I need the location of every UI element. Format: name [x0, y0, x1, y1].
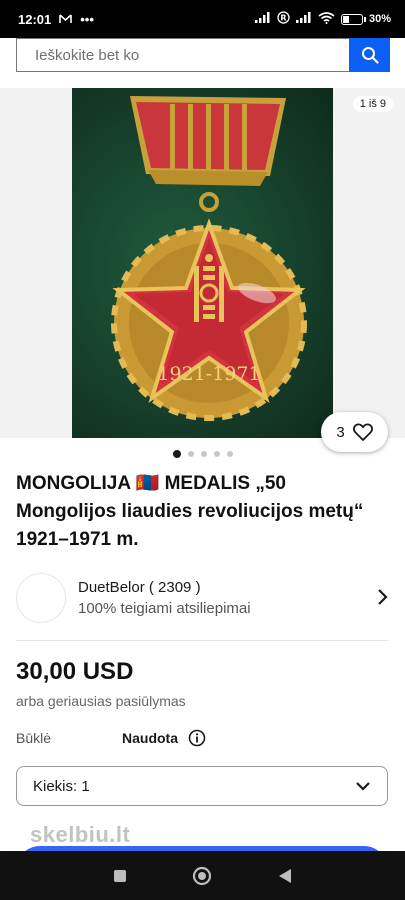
seller-name: DuetBelor ( 2309 ): [78, 579, 201, 596]
gallery-pagination: [0, 450, 405, 458]
search-bar: Ieškokite bet ko: [0, 38, 405, 90]
listing-photo[interactable]: 1921-1971: [72, 88, 333, 438]
signal-2-icon: [295, 12, 312, 26]
search-button[interactable]: [349, 38, 390, 72]
image-counter: 1 iš 9: [352, 96, 393, 112]
svg-text:R: R: [280, 14, 286, 23]
search-icon: [361, 47, 379, 64]
medal-image: 1921-1971: [111, 96, 307, 421]
seller-avatar: [16, 573, 66, 623]
pagination-dot[interactable]: [172, 450, 181, 458]
pagination-dot[interactable]: [187, 451, 194, 457]
battery-icon: [340, 13, 366, 25]
condition-label: Būklė: [16, 730, 52, 746]
best-offer-text: arba geriausias pasiūlymas: [16, 693, 186, 709]
seller-feedback: 100% teigiami atsiliepimai: [78, 600, 251, 617]
search-input[interactable]: Ieškokite bet ko: [16, 38, 349, 72]
pagination-dot[interactable]: [200, 451, 207, 457]
seller-card[interactable]: DuetBelor ( 2309 ) 100% teigiami atsilie…: [16, 570, 388, 628]
back-icon[interactable]: [278, 868, 292, 884]
chevron-down-icon: [356, 782, 370, 791]
pagination-dot[interactable]: [226, 451, 233, 457]
recents-icon[interactable]: [113, 869, 127, 883]
divider: [16, 640, 388, 641]
status-bar: 12:01 ••• R 30%: [0, 0, 405, 38]
chevron-right-icon: [378, 589, 388, 605]
battery-percent: 30%: [368, 13, 391, 25]
watch-button[interactable]: 3: [321, 412, 388, 452]
condition-value: Naudota: [122, 730, 178, 746]
image-gallery[interactable]: 1921-1971 1 iš 9: [0, 88, 405, 438]
listing-title: MONGOLIJA 🇲🇳 MEDALIS „50 Mongolijos liau…: [16, 473, 364, 550]
watermark: skelbiu.lt: [30, 822, 131, 847]
info-icon[interactable]: [188, 729, 206, 747]
watch-count: 3: [336, 423, 345, 441]
home-icon[interactable]: [192, 866, 212, 886]
more-notifications-icon: •••: [80, 11, 94, 27]
price: 30,00 USD: [16, 658, 134, 685]
medal-years: 1921-1971: [157, 363, 260, 385]
signal-icon: [254, 12, 271, 26]
wifi-icon: [318, 11, 335, 27]
quantity-select[interactable]: Kiekis: 1: [16, 766, 388, 806]
clock: 12:01: [18, 11, 52, 27]
pagination-dot[interactable]: [213, 451, 220, 457]
heart-icon: [352, 423, 373, 441]
quantity-label: Kiekis: 1: [33, 777, 90, 795]
system-nav-bar: [0, 851, 405, 900]
roaming-icon: R: [277, 11, 290, 27]
gmail-icon: [59, 12, 73, 27]
